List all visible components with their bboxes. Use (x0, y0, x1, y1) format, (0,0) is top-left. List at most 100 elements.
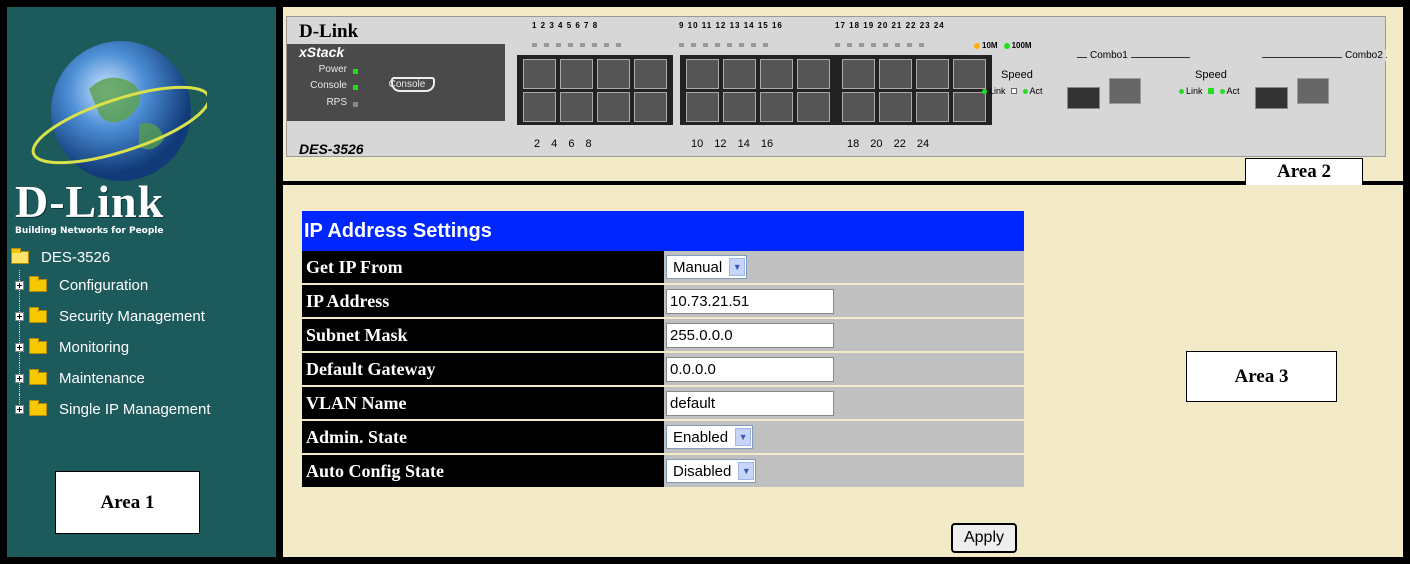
expand-plus-icon[interactable] (15, 343, 24, 352)
port-icon[interactable] (842, 92, 875, 122)
tree-root-label: DES-3526 (41, 248, 111, 266)
port-icon[interactable] (560, 92, 593, 122)
device-panel-frame: D-Link xStack Power Console RPS Console … (283, 7, 1403, 181)
sidebar-item-single-ip-management[interactable]: Single IP Management (7, 394, 276, 425)
combo1-link-act: Link Act (982, 86, 1043, 96)
port-icon[interactable] (634, 92, 667, 122)
port-icon[interactable] (686, 59, 719, 89)
chevron-down-icon[interactable]: ▼ (735, 428, 752, 446)
field-label: Admin. State (302, 421, 664, 453)
sidebar-item-security-management[interactable]: Security Management (7, 301, 276, 332)
subnet-mask-input[interactable]: 255.0.0.0 (666, 322, 834, 348)
expand-plus-icon[interactable] (15, 405, 24, 414)
chevron-down-icon[interactable]: ▼ (738, 462, 755, 480)
sfp-port-icon[interactable] (1255, 87, 1288, 109)
port-icon[interactable] (523, 59, 556, 89)
chevron-down-icon[interactable]: ▼ (729, 258, 746, 276)
console-led (353, 85, 358, 90)
folder-icon (29, 369, 47, 385)
port-numbers-bottom-3: 18 20 22 24 (847, 138, 930, 150)
port-icon[interactable] (597, 92, 630, 122)
area-1-callout: Area 1 (55, 471, 200, 534)
field-label: Subnet Mask (302, 319, 664, 351)
brand: D-Link Building Networks for People (15, 179, 215, 237)
combo2-link-act: Link Act (1179, 86, 1240, 96)
get-ip-from-select[interactable]: Manual ▼ (666, 255, 748, 279)
power-led (353, 69, 358, 74)
folder-icon (29, 307, 47, 323)
combo-rj45-port-icon[interactable] (1109, 78, 1141, 104)
port-icon[interactable] (953, 92, 986, 122)
port-icon[interactable] (597, 59, 630, 89)
port-numbers-bottom-2: 10 12 14 16 (691, 138, 774, 150)
port-icon[interactable] (760, 92, 793, 122)
expand-plus-icon[interactable] (15, 374, 24, 383)
port-icon[interactable] (523, 92, 556, 122)
device-model: DES-3526 (299, 141, 364, 157)
port-icon[interactable] (916, 92, 949, 122)
form-row-admin-state: Admin. State Enabled ▼ (302, 421, 1024, 453)
tree-root-des-3526[interactable]: DES-3526 (7, 244, 276, 270)
admin-state-select[interactable]: Enabled ▼ (666, 425, 754, 449)
port-icon[interactable] (760, 59, 793, 89)
sidebar-item-configuration[interactable]: Configuration (7, 270, 276, 301)
form-row-vlan-name: VLAN Name default (302, 387, 1024, 419)
form-row-get-ip-from: Get IP From Manual ▼ (302, 251, 1024, 283)
rps-led (353, 102, 358, 107)
port-icon[interactable] (916, 59, 949, 89)
port-numbers-top-3: 17 18 19 20 21 22 23 24 (835, 21, 945, 30)
legend-10m: 10M (982, 41, 998, 50)
vlan-name-input[interactable]: default (666, 390, 834, 416)
speed-legend: 10M 100M (974, 41, 1032, 50)
port-icon[interactable] (723, 92, 756, 122)
port-icon[interactable] (842, 59, 875, 89)
default-gateway-input[interactable]: 0.0.0.0 (666, 356, 834, 382)
ip-address-input[interactable]: 10.73.21.51 (666, 288, 834, 314)
main-content: IP Address Settings Get IP From Manual ▼… (283, 185, 1403, 557)
sidebar-item-label: Configuration (59, 277, 149, 294)
port-icon[interactable] (879, 59, 912, 89)
sidebar-item-label: Maintenance (59, 370, 145, 387)
port-icon[interactable] (686, 92, 719, 122)
sidebar-item-maintenance[interactable]: Maintenance (7, 363, 276, 394)
rps-led-label: RPS (326, 97, 347, 108)
sidebar-item-monitoring[interactable]: Monitoring (7, 332, 276, 363)
console-port-icon[interactable] (391, 77, 435, 92)
port-icon[interactable] (723, 59, 756, 89)
legend-100m: 100M (1011, 41, 1032, 50)
port-block-1-8 (517, 55, 673, 125)
page-title: IP Address Settings (302, 211, 1024, 251)
port-icon[interactable] (797, 92, 830, 122)
port-icon[interactable] (953, 59, 986, 89)
brand-tagline: Building Networks for People (15, 226, 164, 236)
folder-icon (29, 276, 47, 292)
green-led-icon (1003, 42, 1010, 49)
open-folder-icon (11, 247, 29, 264)
power-led-label: Power (318, 64, 347, 75)
port-numbers-bottom-1: 2 4 6 8 (534, 138, 592, 150)
port-led-row (532, 34, 628, 47)
area-2-callout: Area 2 (1245, 158, 1363, 186)
sfp-port-icon[interactable] (1067, 87, 1100, 109)
form-row-ip-address: IP Address 10.73.21.51 (302, 285, 1024, 317)
port-icon[interactable] (879, 92, 912, 122)
sidebar-item-label: Security Management (59, 308, 205, 325)
field-label: Get IP From (302, 251, 664, 283)
sidebar-item-label: Single IP Management (59, 401, 211, 418)
auto-config-state-select[interactable]: Disabled ▼ (666, 459, 757, 483)
combo1-label: Combo1 (1087, 50, 1131, 61)
expand-plus-icon[interactable] (15, 312, 24, 321)
device-series: xStack (299, 44, 345, 60)
sidebar: D-Link Building Networks for People DES-… (7, 7, 276, 557)
port-icon[interactable] (560, 59, 593, 89)
port-icon[interactable] (797, 59, 830, 89)
combo1-speed-label: Speed (1001, 69, 1033, 81)
combo-rj45-port-icon[interactable] (1297, 78, 1329, 104)
expand-plus-icon[interactable] (15, 281, 24, 290)
port-numbers-top-2: 9 10 11 12 13 14 15 16 (679, 21, 783, 30)
form-row-default-gateway: Default Gateway 0.0.0.0 (302, 353, 1024, 385)
port-icon[interactable] (634, 59, 667, 89)
port-block-17-24 (836, 55, 992, 125)
folder-icon (29, 338, 47, 354)
apply-button[interactable]: Apply (951, 523, 1017, 553)
